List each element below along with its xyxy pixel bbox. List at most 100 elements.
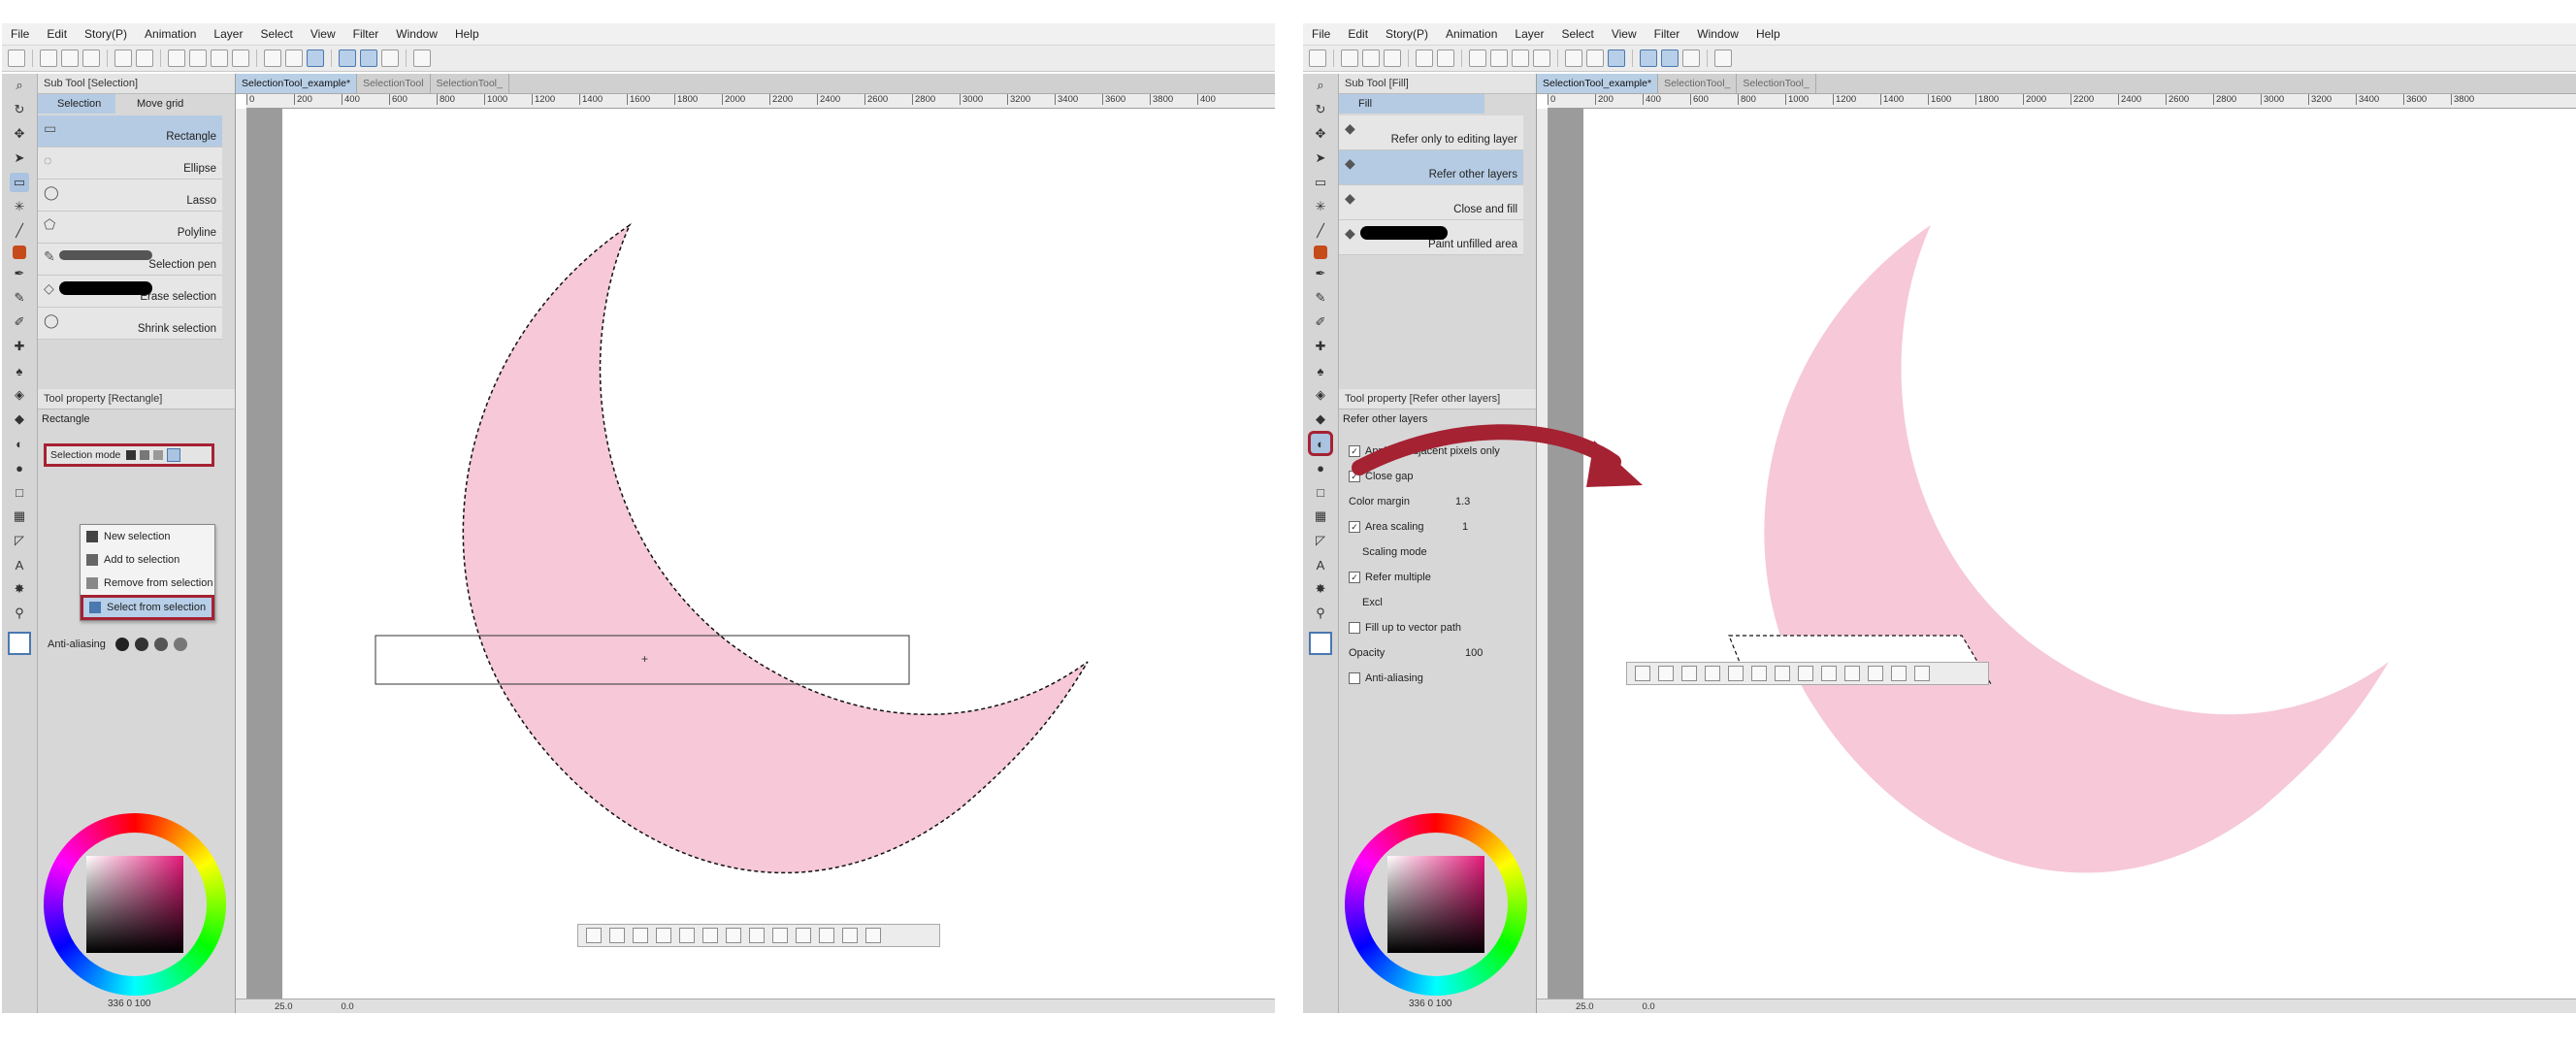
snap-icon[interactable] [307, 49, 324, 67]
fill-icon[interactable] [211, 49, 228, 67]
new-selection-icon[interactable] [126, 450, 137, 460]
subtool-selection-pen[interactable]: ✎ Selection pen [38, 244, 222, 276]
remove-from-selection-option[interactable]: Remove from selection [81, 572, 214, 595]
balloon-tool-icon[interactable]: ✸ [10, 579, 29, 599]
color-wheel[interactable] [44, 813, 226, 996]
eraser-tool-icon[interactable]: ◆ [10, 409, 29, 429]
subtool-erase-selection[interactable]: ◇ Erase selection [38, 276, 222, 308]
copy-paste-icon[interactable] [726, 928, 741, 943]
saturation-value-box[interactable] [86, 856, 183, 953]
gradient-tool-icon[interactable]: ● [10, 458, 29, 477]
eyedropper-tool-icon[interactable]: ╱ [10, 221, 29, 241]
fill-icon[interactable] [819, 928, 834, 943]
transform-icon[interactable] [232, 49, 249, 67]
subtool-polyline[interactable]: ⬠ Polyline [38, 212, 222, 244]
decoration-tool-icon[interactable]: ✚ [10, 337, 29, 356]
clear-outside-icon[interactable] [586, 928, 602, 943]
aa-medium-icon[interactable] [153, 638, 168, 651]
transform-icon[interactable] [796, 928, 811, 943]
zoom-value[interactable]: 25.0 [275, 1001, 293, 1012]
zoom-tool-icon[interactable]: ⌕ [10, 76, 29, 95]
settings-icon[interactable] [865, 928, 881, 943]
copy-icon[interactable] [189, 49, 207, 67]
aa-strong-icon[interactable] [173, 638, 187, 651]
select-from-selection-icon[interactable] [167, 448, 181, 462]
tab-document-2[interactable]: SelectionTool [357, 74, 431, 93]
rotate-tool-icon[interactable]: ↻ [10, 100, 29, 119]
auto-select-tool-icon[interactable]: ✳ [10, 197, 29, 216]
new-selection-option[interactable]: New selection [81, 525, 214, 548]
operation-tool-icon[interactable]: ➤ [10, 148, 29, 168]
fill-tool-icon[interactable]: ◐ [10, 434, 29, 453]
frame-tool-icon[interactable]: ▦ [10, 507, 29, 526]
clear-outside-icon[interactable] [264, 49, 281, 67]
invert-icon[interactable] [285, 49, 303, 67]
selection-tool-icon[interactable]: ▭ [10, 173, 29, 192]
brush-color-icon[interactable] [13, 246, 26, 259]
subtool-lasso[interactable]: ◯ Lasso [38, 180, 222, 212]
aa-weak-icon[interactable] [134, 638, 148, 651]
add-to-selection-option[interactable]: Add to selection [81, 548, 214, 572]
selection-mode-row[interactable]: Selection mode [44, 443, 214, 467]
correct-line-tool-icon[interactable]: ⚲ [10, 604, 29, 623]
tab-document-3[interactable]: SelectionTool_ [431, 74, 509, 93]
new-file-icon[interactable] [40, 49, 57, 67]
invert-selection-icon[interactable] [633, 928, 648, 943]
subtool-ellipse[interactable]: ◌ Ellipse [38, 147, 222, 180]
tab-document-1[interactable]: SelectionTool_example* [236, 74, 358, 93]
blend-tool-icon[interactable]: ◈ [10, 385, 29, 405]
menu-file[interactable]: File [2, 23, 38, 45]
tone-icon[interactable] [842, 928, 858, 943]
canvas[interactable]: + [282, 109, 1275, 1011]
crop-icon[interactable] [609, 928, 625, 943]
select-from-selection-option[interactable]: Select from selection [81, 595, 214, 620]
ruler-tick: 3800 [1150, 94, 1197, 105]
figure-tool-icon[interactable]: □ [10, 482, 29, 502]
deselect-icon[interactable] [702, 928, 718, 943]
grid-snap-icon[interactable] [381, 49, 399, 67]
special-ruler-icon[interactable] [360, 49, 377, 67]
aa-none-icon[interactable] [114, 638, 129, 651]
menu-help[interactable]: Help [446, 23, 488, 45]
move-tool-icon[interactable]: ✥ [10, 124, 29, 144]
eraser-icon: ◇ [44, 280, 54, 296]
menu-select[interactable]: Select [251, 23, 301, 45]
redo-icon[interactable] [136, 49, 153, 67]
pencil-tool-icon[interactable]: ✎ [10, 288, 29, 308]
color-status: 336 0 100 [108, 999, 151, 1009]
open-file-icon[interactable] [61, 49, 79, 67]
remove-selection-icon[interactable] [153, 450, 164, 460]
menu-story[interactable]: Story(P) [76, 23, 136, 45]
airbrush-tool-icon[interactable]: ♠ [10, 361, 29, 380]
menu-view[interactable]: View [302, 23, 344, 45]
text-tool-icon[interactable]: A [10, 555, 29, 574]
menu-filter[interactable]: Filter [344, 23, 388, 45]
ruler-snap-icon[interactable] [339, 49, 356, 67]
menu-window[interactable]: Window [387, 23, 446, 45]
shrink-icon[interactable] [679, 928, 695, 943]
ruler-tick: 3600 [1102, 94, 1150, 105]
menu-animation[interactable]: Animation [136, 23, 205, 45]
angle-value[interactable]: 0.0 [342, 1001, 354, 1012]
cut-icon[interactable] [749, 928, 765, 943]
brush-tool-icon[interactable]: ✐ [10, 312, 29, 332]
pen-tool-icon[interactable]: ✒ [10, 264, 29, 283]
selection-launcher-bar [577, 924, 940, 947]
subtool-rectangle[interactable]: ▭ Rectangle [38, 115, 222, 147]
ruler-tool-icon[interactable]: ◸ [10, 531, 29, 550]
save-icon[interactable] [82, 49, 100, 67]
help-icon[interactable] [413, 49, 431, 67]
copy-icon[interactable] [772, 928, 788, 943]
tab-selection[interactable]: Selection [38, 94, 115, 114]
menu-edit[interactable]: Edit [38, 23, 76, 45]
subtool-shrink-selection[interactable]: ◯ Shrink selection [38, 308, 222, 340]
undo-icon[interactable] [114, 49, 132, 67]
expand-icon[interactable] [656, 928, 671, 943]
main-color-swatch[interactable] [8, 632, 31, 655]
deselect-icon[interactable] [168, 49, 185, 67]
tab-move-grid[interactable]: Move grid [115, 94, 212, 114]
add-selection-icon[interactable] [140, 450, 150, 460]
menu-layer[interactable]: Layer [205, 23, 251, 45]
app-icon[interactable] [8, 49, 25, 67]
selection-mode-label: Selection mode [50, 449, 121, 461]
